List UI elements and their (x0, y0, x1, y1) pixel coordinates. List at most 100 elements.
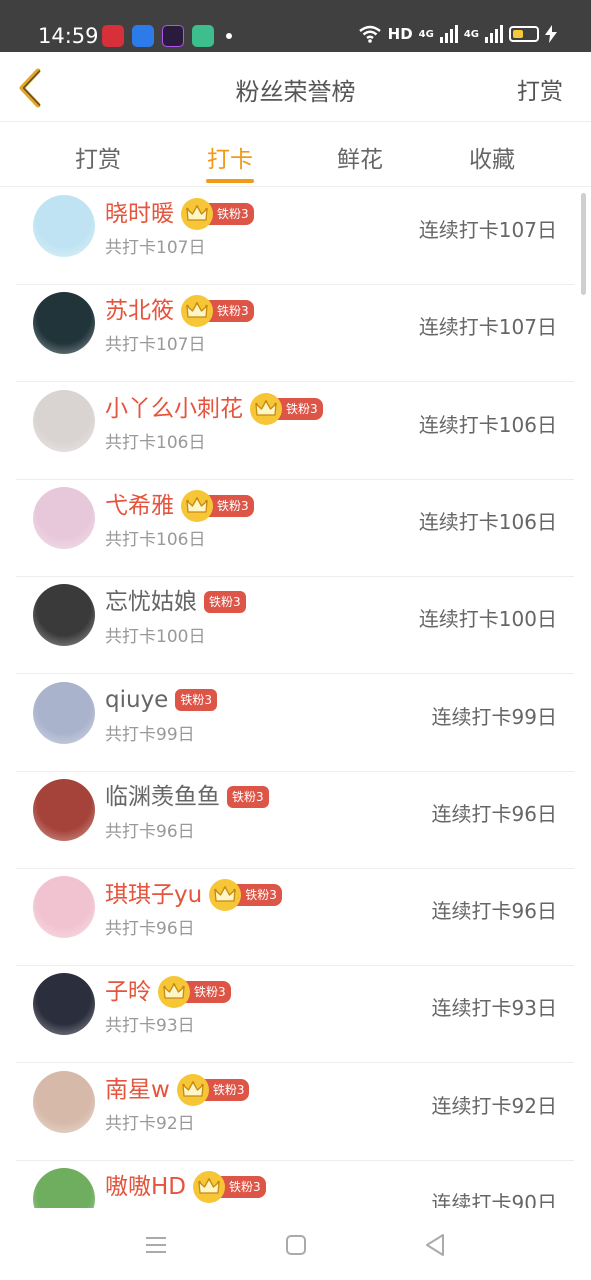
name-line: 忘忧姑娘 铁粉3 (105, 587, 246, 617)
fan-badge: 铁粉3 (209, 879, 282, 912)
user-name[interactable]: 琪琪子yu (105, 880, 202, 910)
streak-text: 连续打卡106日 (418, 412, 557, 437)
list-item[interactable]: 嗷嗷HD铁粉3共打卡90日连续打卡90日 (16, 1161, 574, 1208)
avatar[interactable] (33, 195, 95, 257)
avatar[interactable] (33, 973, 95, 1036)
fan-badge: 铁粉3 (193, 1171, 266, 1203)
user-name[interactable]: 子昤 (105, 977, 151, 1007)
battery-level (513, 30, 523, 38)
fan-level-label: 铁粉3 (204, 591, 246, 614)
crown-icon (186, 302, 208, 318)
blue-app-icon (132, 25, 154, 47)
fan-level-label: 铁粉3 (175, 688, 217, 711)
total-checkin-text: 共打卡100日 (105, 627, 206, 648)
avatar[interactable] (33, 1070, 95, 1133)
back-triangle-icon (426, 1234, 444, 1256)
status-bar: 14:59 HD 4G 4G (0, 0, 591, 52)
total-checkin-text: 共打卡93日 (105, 1016, 195, 1037)
name-line: 子昤 铁粉3 (105, 976, 231, 1009)
total-checkin-text: 共打卡96日 (105, 919, 195, 940)
name-line: 弋希雅 铁粉3 (105, 489, 254, 522)
crown-icon (198, 1178, 220, 1194)
name-line: 苏北筱 铁粉3 (105, 295, 254, 328)
crown-badge (181, 198, 213, 230)
name-line: 嗷嗷HD 铁粉3 (105, 1171, 266, 1203)
user-name[interactable]: 南星w (105, 1075, 170, 1105)
user-name[interactable]: qiuye (105, 685, 168, 715)
tab-reward[interactable]: 打赏 (48, 140, 148, 174)
home-square-icon (286, 1235, 306, 1255)
user-name[interactable]: 嗷嗷HD (105, 1172, 186, 1202)
green-app-icon (192, 25, 214, 47)
user-name[interactable]: 忘忧姑娘 (105, 587, 197, 617)
menu-icon (146, 1237, 166, 1253)
fan-badge: 铁粉3 (181, 489, 254, 522)
tab-flowers[interactable]: 鲜花 (310, 140, 410, 174)
list-item[interactable]: 子昤 铁粉3 共打卡93日 连续打卡93日 (16, 966, 574, 1064)
total-checkin-text: 共打卡106日 (105, 529, 206, 550)
home-button[interactable] (281, 1230, 311, 1260)
crown-icon (255, 399, 277, 416)
crown-badge (176, 1073, 209, 1106)
name-line: 晓时暖 铁粉3 (105, 198, 254, 230)
streak-text: 连续打卡96日 (431, 801, 557, 826)
crown-icon (186, 205, 208, 221)
user-name[interactable]: 小丫么小刺花 (105, 394, 243, 424)
fan-badge: 铁粉3 (227, 785, 269, 808)
system-icons: HD 4G 4G (358, 25, 557, 43)
fan-level-label: 铁粉3 (207, 494, 254, 517)
menu-button[interactable] (141, 1230, 171, 1260)
list-item[interactable]: 临渊羡鱼鱼 铁粉3 共打卡96日 连续打卡96日 (16, 772, 574, 869)
total-checkin-text: 共打卡107日 (105, 238, 206, 258)
list-item[interactable]: 苏北筱 铁粉3 共打卡107日 连续打卡107日 (16, 285, 574, 383)
list-item[interactable]: 弋希雅 铁粉3 共打卡106日 连续打卡106日 (16, 480, 574, 577)
streak-text: 连续打卡106日 (418, 509, 557, 534)
avatar[interactable] (33, 1168, 95, 1208)
reward-button[interactable]: 打赏 (517, 72, 563, 106)
list-item[interactable]: 南星w 铁粉3 共打卡92日 连续打卡92日 (16, 1064, 574, 1161)
name-line: 南星w 铁粉3 (105, 1073, 250, 1106)
list-item[interactable]: qiuye 铁粉3 共打卡99日 连续打卡99日 (16, 675, 574, 772)
total-checkin-text: 共打卡92日 (105, 1113, 195, 1134)
name-line: qiuye 铁粉3 (105, 685, 217, 715)
crown-badge (158, 976, 190, 1009)
fan-list[interactable]: 晓时暖 铁粉3 共打卡107日 连续打卡107日 苏北筱 铁粉3 共打卡107日 连续打卡10… (16, 188, 574, 1208)
streak-text: 连续打卡100日 (418, 607, 557, 632)
list-item[interactable]: 小丫么小刺花 铁粉3 共打卡106日 连续打卡106日 (16, 383, 574, 480)
crown-icon (182, 1080, 204, 1097)
crown-badge (209, 879, 242, 912)
active-tab-indicator (206, 179, 254, 183)
red-app-icon (102, 25, 124, 47)
user-name[interactable]: 临渊羡鱼鱼 (105, 782, 220, 812)
tab-bar: 打赏 打卡 鲜花 收藏 (0, 123, 591, 187)
battery-icon (509, 26, 539, 42)
system-nav-bar (0, 1208, 591, 1280)
avatar[interactable] (33, 778, 95, 841)
video-app-icon (162, 25, 184, 47)
fan-badge: 铁粉3 (250, 392, 323, 425)
scrollbar[interactable] (581, 193, 586, 295)
avatar[interactable] (33, 584, 95, 647)
tab-favorites[interactable]: 收藏 (442, 140, 542, 174)
fan-badge: 铁粉3 (176, 1073, 250, 1106)
list-item[interactable]: 忘忧姑娘 铁粉3 共打卡100日 连续打卡100日 (16, 577, 574, 675)
list-item[interactable]: 晓时暖 铁粉3 共打卡107日 连续打卡107日 (16, 188, 574, 285)
back-nav-button[interactable] (421, 1230, 451, 1260)
fan-level-label: 铁粉3 (235, 884, 282, 907)
avatar[interactable] (33, 292, 95, 355)
avatar[interactable] (33, 486, 95, 549)
avatar[interactable] (33, 876, 95, 939)
fan-badge: 铁粉3 (181, 295, 254, 328)
avatar[interactable] (33, 681, 95, 744)
tab-checkin[interactable]: 打卡 (180, 140, 280, 174)
streak-text: 连续打卡107日 (418, 315, 557, 340)
crown-icon (214, 886, 237, 902)
avatar[interactable] (33, 389, 95, 452)
crown-icon (163, 983, 185, 1000)
list-item[interactable]: 琪琪子yu 铁粉3 共打卡96日 连续打卡96日 (16, 869, 574, 967)
user-name[interactable]: 晓时暖 (105, 199, 174, 229)
name-line: 临渊羡鱼鱼 铁粉3 (105, 782, 269, 812)
user-name[interactable]: 苏北筱 (105, 296, 174, 326)
fan-level-label: 铁粉3 (207, 203, 254, 225)
user-name[interactable]: 弋希雅 (105, 491, 174, 521)
